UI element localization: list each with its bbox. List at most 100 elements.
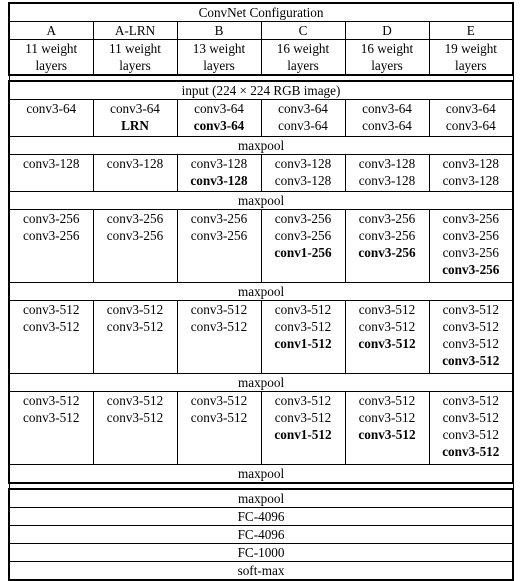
conv-layer-label: conv3-512 (442, 444, 500, 459)
conv-cell-block-512b-c: conv3-512 conv3-512 conv1-512 (260, 391, 346, 465)
conv-layer-label: conv3-512 (190, 410, 248, 425)
column-weights-a: 11 weight layers (8, 39, 94, 76)
weights-line: layers (455, 58, 487, 73)
conv-layer-label: conv3-256 (442, 211, 499, 226)
conv-layer-label: conv3-512 (274, 302, 332, 317)
conv-cell-block-64-c: conv3-64 conv3-64 (260, 99, 346, 137)
conv-layer-label: conv3-512 (274, 393, 332, 408)
conv-layer-label: conv3-512 (23, 319, 80, 334)
conv-layer-label: conv3-512 (23, 302, 80, 317)
conv-layer-label: conv3-64 (362, 101, 412, 116)
conv-layer-label: conv3-512 (358, 410, 416, 425)
conv-layer-label: conv3-512 (106, 319, 164, 334)
conv-cell-block-256-b: conv3-256 conv3-256 (176, 209, 262, 283)
conv-cell-block-512a-c: conv3-512 conv3-512 conv1-512 (260, 300, 346, 374)
conv-layer-label: conv3-512 (190, 302, 248, 317)
conv-layer-label: conv1-512 (274, 427, 332, 442)
conv-cell-block-512b-e: conv3-512 conv3-512 conv3-512 conv3-512 (428, 391, 515, 465)
tail-label-soft-max: soft-max (7, 561, 515, 581)
maxpool-label: maxpool (7, 191, 515, 210)
conv-cell-block-512a-d: conv3-512 conv3-512 conv3-512 (344, 300, 430, 374)
conv-cell-block-512b-a-lrn: conv3-512 conv3-512 (92, 391, 178, 465)
conv-layer-label: conv3-512 (442, 393, 499, 408)
tail-row-0: maxpool (7, 488, 515, 508)
conv-layer-label: conv3-256 (190, 228, 248, 243)
conv-layer-label: conv3-256 (274, 211, 332, 226)
conv-cell-block-512b-a: conv3-512 conv3-512 (8, 391, 94, 465)
conv-cell-block-128-b: conv3-128 conv3-128 (176, 154, 262, 192)
table-title-row: ConvNet Configuration (7, 2, 515, 22)
conv-layer-label: conv3-128 (442, 156, 499, 171)
conv-cell-block-256-e: conv3-256 conv3-256 conv3-256 conv3-256 (428, 209, 515, 283)
weights-line: 11 weight (109, 41, 161, 56)
conv-cell-block-512b-b: conv3-512 conv3-512 (176, 391, 262, 465)
conv-layer-label: conv3-512 (442, 319, 499, 334)
conv-cell-block-512b-d: conv3-512 conv3-512 conv3-512 (344, 391, 430, 465)
maxpool-row-after-block-64: maxpool (7, 136, 515, 155)
input-label: input (224 × 224 RGB image) (7, 80, 515, 100)
conv-layer-label: conv3-128 (190, 173, 248, 188)
conv-layer-label: conv3-256 (442, 245, 499, 260)
maxpool-label: maxpool (7, 373, 515, 392)
column-weights-b: 13 weight layers (176, 39, 262, 76)
conv-layer-label: conv3-256 (106, 211, 164, 226)
weights-line: layers (119, 58, 151, 73)
tail-label-fc-4096: FC-4096 (7, 525, 515, 544)
column-weights-e: 19 weight layers (428, 39, 515, 76)
conv-layer-label: conv3-512 (358, 393, 416, 408)
conv-cell-block-256-a: conv3-256 conv3-256 (8, 209, 94, 283)
weights-line: layers (287, 58, 319, 73)
conv-cell-block-256-d: conv3-256 conv3-256 conv3-256 (344, 209, 430, 283)
conv-layer-label: conv3-64 (193, 118, 245, 133)
conv-cell-block-128-e: conv3-128 conv3-128 (428, 154, 515, 192)
conv-layer-label: conv3-512 (274, 319, 332, 334)
weights-line: 11 weight (25, 41, 78, 56)
tail-row-4: soft-max (7, 561, 515, 581)
column-weights-d: 16 weight layers (344, 39, 430, 76)
conv-layer-label: conv3-512 (190, 319, 248, 334)
conv-layer-label: conv3-256 (358, 245, 416, 260)
conv-layer-label: conv3-256 (442, 262, 500, 277)
conv-cell-block-128-d: conv3-128 conv3-128 (344, 154, 430, 192)
tail-row-1: FC-4096 (7, 507, 515, 526)
conv-layer-label: conv3-64 (194, 101, 244, 116)
column-weights-row: 11 weight layers 11 weight layers 13 weight l… (8, 39, 515, 76)
column-weights-a-lrn: 11 weight layers (92, 39, 178, 76)
column-header-d: D (344, 21, 430, 40)
tail-label-maxpool: maxpool (7, 488, 515, 508)
conv-layer-label: conv3-128 (274, 156, 332, 171)
conv-cell-block-64-d: conv3-64 conv3-64 (344, 99, 430, 137)
conv-cell-block-64-b: conv3-64 conv3-64 (176, 99, 262, 137)
tail-label-fc-4096: FC-4096 (7, 507, 515, 526)
tail-row-2: FC-4096 (7, 525, 515, 544)
conv-layer-label: conv3-512 (190, 393, 248, 408)
conv-block-row-block-512a: conv3-512 conv3-512 conv3-512 conv3-512 conv… (8, 300, 515, 374)
conv-cell-block-512a-a-lrn: conv3-512 conv3-512 (92, 300, 178, 374)
conv-block-row-block-512b: conv3-512 conv3-512 conv3-512 conv3-512 conv… (8, 391, 515, 465)
weights-line: layers (35, 58, 68, 73)
conv-layer-label: conv3-64 (445, 101, 496, 116)
conv-layer-label: conv3-512 (442, 302, 499, 317)
maxpool-row-after-block-512b: maxpool (7, 464, 515, 484)
conv-cell-block-128-a-lrn: conv3-128 (92, 154, 178, 192)
conv-layer-label: conv3-64 (362, 118, 412, 133)
conv-cell-block-256-a-lrn: conv3-256 conv3-256 (92, 209, 178, 283)
weights-line: 19 weight (444, 41, 497, 56)
conv-layer-label: conv3-512 (23, 393, 80, 408)
conv-cell-block-64-e: conv3-64 conv3-64 (428, 99, 515, 137)
convnet-configuration-table-wrap: ConvNet Configuration A A-LRN B C D E 11 weight… (7, 2, 515, 581)
convnet-configuration-table: ConvNet Configuration A A-LRN B C D E 11 weight… (7, 2, 515, 581)
conv-layer-label: conv3-128 (358, 156, 416, 171)
conv-layer-label: conv3-512 (358, 427, 416, 442)
weights-line: 13 weight (192, 41, 246, 56)
conv-cell-block-128-c: conv3-128 conv3-128 (260, 154, 346, 192)
conv-cell-block-256-c: conv3-256 conv3-256 conv1-256 (260, 209, 346, 283)
column-header-a: A (8, 21, 94, 40)
conv-block-row-block-128: conv3-128 conv3-128 conv3-128 conv3-128 conv… (8, 154, 515, 192)
conv-layer-label: conv3-512 (106, 410, 164, 425)
conv-layer-label: conv3-256 (442, 228, 499, 243)
conv-layer-label: conv3-512 (442, 336, 499, 351)
maxpool-row-after-block-256: maxpool (7, 282, 515, 301)
conv-layer-label: conv3-256 (358, 228, 416, 243)
conv-cell-block-512a-b: conv3-512 conv3-512 (176, 300, 262, 374)
